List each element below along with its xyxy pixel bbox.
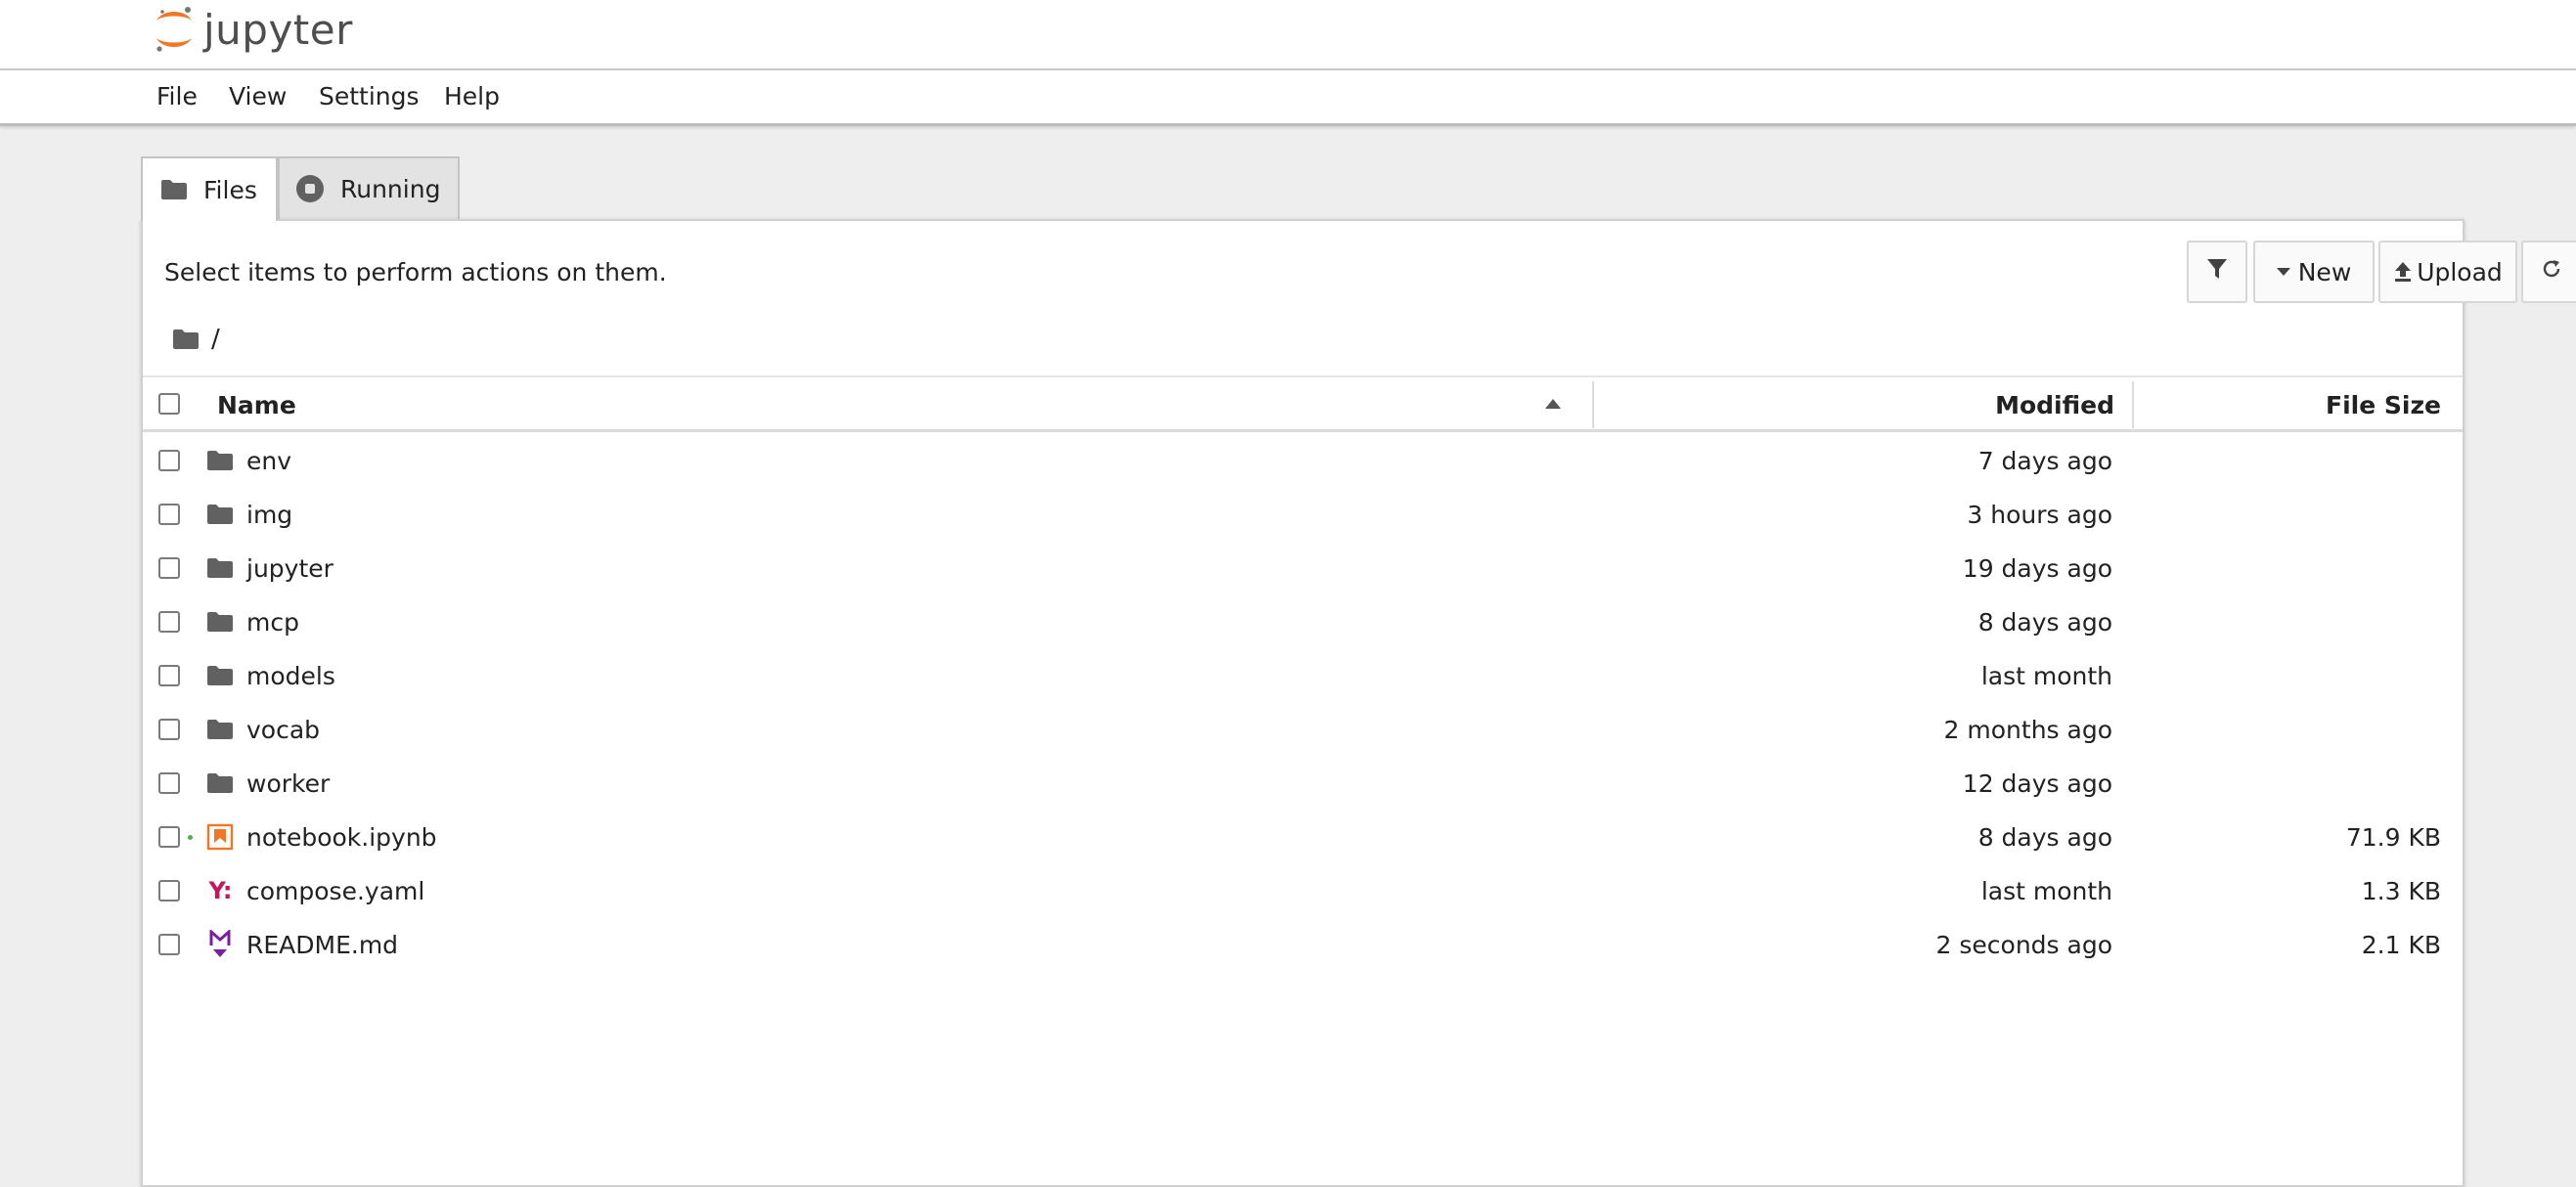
menu-view[interactable]: View bbox=[229, 70, 287, 123]
select-all-checkbox[interactable] bbox=[158, 393, 180, 415]
refresh-button[interactable] bbox=[2521, 241, 2576, 303]
file-modified: 3 hours ago bbox=[1967, 501, 2112, 529]
file-modified: last month bbox=[1980, 877, 2112, 905]
file-name[interactable]: jupyter bbox=[246, 542, 333, 595]
list-item[interactable]: worker 12 days ago bbox=[143, 757, 2463, 811]
file-name[interactable]: worker bbox=[246, 757, 330, 811]
file-modified: 2 months ago bbox=[1943, 716, 2112, 744]
tab-running[interactable]: Running bbox=[278, 156, 460, 219]
list-item[interactable]: mcp 8 days ago bbox=[143, 595, 2463, 649]
filter-icon bbox=[2206, 257, 2228, 286]
menu-settings[interactable]: Settings bbox=[319, 70, 420, 123]
column-header-file-size[interactable]: File Size bbox=[2326, 377, 2441, 431]
upload-icon bbox=[2393, 261, 2413, 283]
file-size: 1.3 KB bbox=[2361, 877, 2441, 905]
list-item[interactable]: README.md 2 seconds ago 2.1 KB bbox=[143, 918, 2463, 972]
running-indicator bbox=[188, 835, 193, 840]
yaml-icon: Y: bbox=[208, 877, 233, 904]
new-button-label: New bbox=[2297, 257, 2352, 286]
folder-icon bbox=[205, 446, 235, 475]
column-header-name[interactable]: Name bbox=[217, 377, 296, 431]
stop-circle-icon bbox=[295, 174, 325, 203]
folder-icon bbox=[205, 500, 235, 529]
column-header-modified[interactable]: Modified bbox=[1995, 377, 2114, 431]
folder-icon bbox=[205, 553, 235, 583]
row-checkbox[interactable] bbox=[158, 772, 180, 794]
menu-help[interactable]: Help bbox=[444, 70, 500, 123]
file-modified: 12 days ago bbox=[1962, 769, 2112, 798]
folder-icon bbox=[205, 769, 235, 798]
list-item[interactable]: vocab 2 months ago bbox=[143, 703, 2463, 757]
file-name[interactable]: compose.yaml bbox=[246, 864, 424, 918]
list-item[interactable]: notebook.ipynb 8 days ago 71.9 KB bbox=[143, 811, 2463, 864]
row-checkbox[interactable] bbox=[158, 826, 180, 848]
upload-button[interactable]: Upload bbox=[2378, 241, 2517, 303]
breadcrumb-path[interactable]: / bbox=[211, 325, 220, 354]
file-modified: 8 days ago bbox=[1977, 823, 2112, 852]
folder-icon bbox=[160, 179, 188, 200]
row-checkbox[interactable] bbox=[158, 880, 180, 901]
row-checkbox[interactable] bbox=[158, 504, 180, 525]
file-size: 71.9 KB bbox=[2345, 823, 2441, 852]
tab-running-label: Running bbox=[340, 174, 441, 203]
file-name[interactable]: env bbox=[246, 434, 291, 488]
file-name[interactable]: README.md bbox=[246, 918, 398, 972]
file-name[interactable]: img bbox=[246, 488, 292, 542]
new-button[interactable]: New bbox=[2253, 241, 2375, 303]
file-name[interactable]: mcp bbox=[246, 595, 299, 649]
logo-text: jupyter bbox=[203, 5, 353, 54]
file-modified: last month bbox=[1980, 662, 2112, 690]
notebook-icon bbox=[205, 822, 235, 852]
breadcrumb-home-folder-icon[interactable] bbox=[172, 329, 200, 350]
list-item[interactable]: models last month bbox=[143, 649, 2463, 703]
file-name[interactable]: vocab bbox=[246, 703, 320, 757]
caret-down-icon bbox=[2276, 268, 2290, 276]
list-item[interactable]: jupyter 19 days ago bbox=[143, 542, 2463, 595]
tab-files-label: Files bbox=[203, 175, 257, 204]
row-checkbox[interactable] bbox=[158, 557, 180, 579]
file-modified: 2 seconds ago bbox=[1935, 931, 2112, 959]
sort-ascending-icon bbox=[1545, 399, 1561, 409]
folder-icon bbox=[205, 715, 235, 744]
jupyter-logo-icon bbox=[156, 7, 192, 52]
file-name[interactable]: models bbox=[246, 649, 335, 703]
upload-button-label: Upload bbox=[2417, 257, 2503, 286]
breadcrumb: / bbox=[172, 325, 220, 354]
list-item[interactable]: img 3 hours ago bbox=[143, 488, 2463, 542]
menu-file[interactable]: File bbox=[156, 70, 198, 123]
column-divider[interactable] bbox=[1592, 381, 1594, 428]
refresh-icon bbox=[2540, 257, 2563, 286]
row-checkbox[interactable] bbox=[158, 450, 180, 471]
column-divider[interactable] bbox=[2132, 381, 2134, 428]
file-modified: 8 days ago bbox=[1977, 608, 2112, 637]
folder-icon bbox=[205, 607, 235, 637]
row-checkbox[interactable] bbox=[158, 719, 180, 740]
selection-hint: Select items to perform actions on them. bbox=[164, 258, 667, 286]
jupyter-logo[interactable]: jupyter bbox=[153, 0, 353, 59]
file-name[interactable]: notebook.ipynb bbox=[246, 811, 437, 864]
row-checkbox[interactable] bbox=[158, 665, 180, 686]
file-size: 2.1 KB bbox=[2361, 931, 2441, 959]
row-checkbox[interactable] bbox=[158, 611, 180, 633]
file-list: env 7 days ago img 3 hours ago jupyter 1… bbox=[143, 434, 2463, 972]
list-item[interactable]: env 7 days ago bbox=[143, 434, 2463, 488]
file-browser-panel: Select items to perform actions on them.… bbox=[141, 219, 2576, 1187]
file-list-header: Name Modified File Size bbox=[143, 375, 2463, 432]
tab-files[interactable]: Files bbox=[141, 156, 278, 221]
file-modified: 7 days ago bbox=[1977, 447, 2112, 475]
markdown-icon bbox=[205, 930, 235, 959]
folder-icon bbox=[205, 661, 235, 690]
row-checkbox[interactable] bbox=[158, 934, 180, 955]
file-modified: 19 days ago bbox=[1962, 554, 2112, 583]
filter-button[interactable] bbox=[2187, 241, 2247, 303]
top-bar: jupyter bbox=[0, 0, 2576, 70]
menu-bar: File View Settings Help bbox=[0, 70, 2576, 126]
list-item[interactable]: Y: compose.yaml last month 1.3 KB bbox=[143, 864, 2463, 918]
